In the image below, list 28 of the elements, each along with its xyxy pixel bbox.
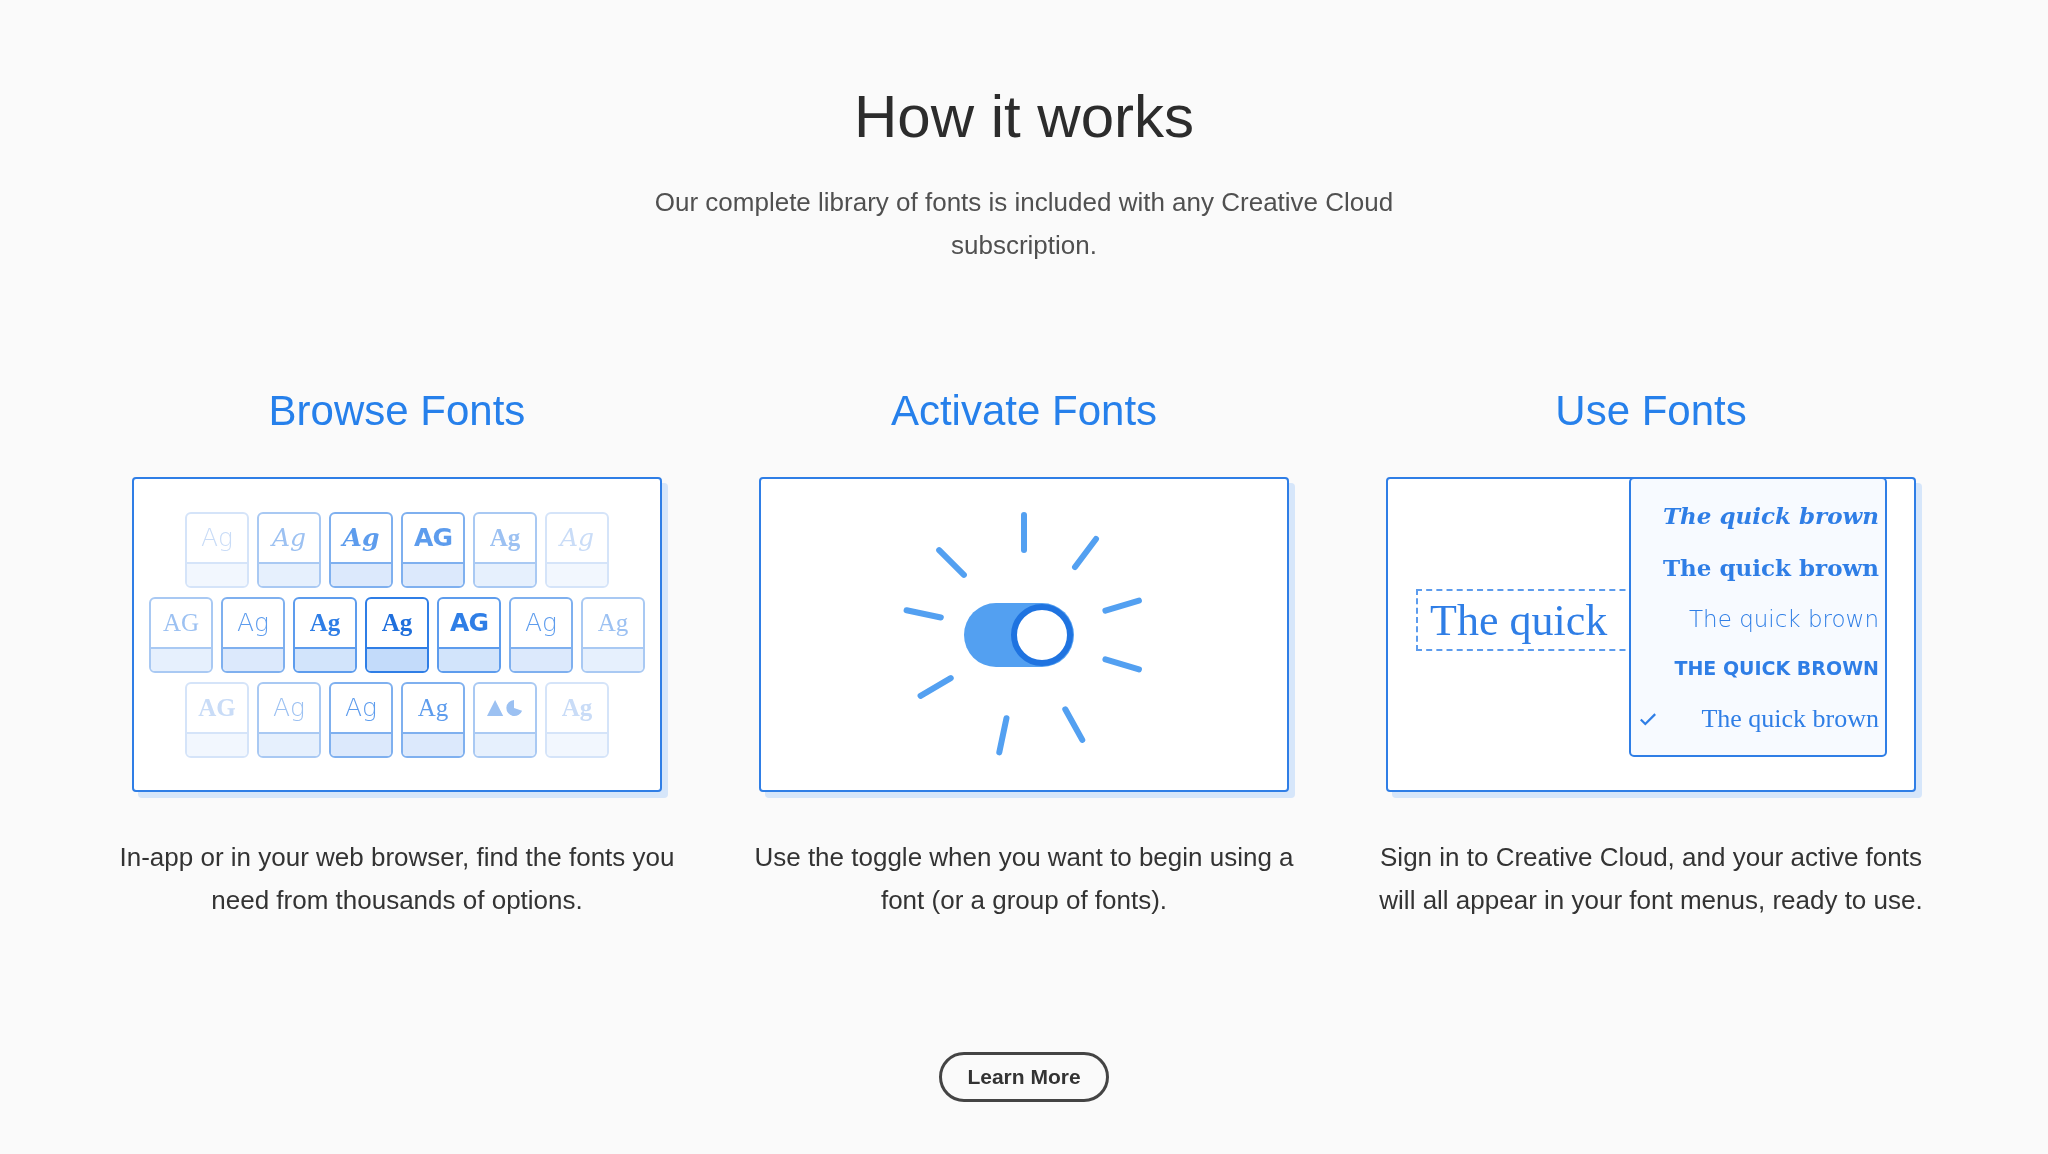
font-sample: Ag (417, 692, 449, 723)
font-sample: Ag (597, 607, 629, 638)
font-menu-item[interactable]: The quick brown (1639, 553, 1879, 581)
font-menu-item[interactable]: The quick brown (1639, 501, 1879, 529)
font-sample: Ag (489, 522, 521, 553)
font-sample: Ag (272, 691, 306, 724)
step-description: Use the toggle when you want to begin using a font (or a group of fonts). (753, 841, 1295, 917)
step-description: Sign in to Creative Cloud, and your active fonts will all appear in your font menus, ready to use. (1378, 841, 1924, 917)
font-sample: Ag (381, 607, 413, 638)
font-sample: Ag (271, 521, 307, 554)
section-heading: How it works (853, 82, 1195, 151)
step-title: Use Fonts (1555, 387, 1747, 436)
checkmark-icon (1639, 711, 1657, 727)
step-title: Activate Fonts (890, 387, 1158, 436)
font-sample: Ag (236, 606, 270, 639)
step-description: In-app or in your web browser, find the fonts you need from thousands of options. (118, 841, 676, 917)
font-menu-item[interactable]: THE QUICK BROWN (1639, 657, 1879, 680)
intro-text: Our complete library of fonts is included with any Creative Cloud subscription. (653, 186, 1395, 262)
font-sample: Ag (344, 691, 378, 724)
learn-more-button[interactable]: Learn More (939, 1052, 1109, 1102)
font-sample: Ag (342, 521, 380, 554)
font-sample: AG (450, 606, 488, 639)
font-sample: Ag (309, 607, 341, 638)
font-sample: Ag (524, 606, 558, 639)
font-sample: AG (162, 607, 200, 638)
font-menu-item[interactable]: The quick brown (1639, 704, 1879, 735)
font-sample: AG (414, 521, 452, 554)
step-title: Browse Fonts (268, 387, 526, 436)
